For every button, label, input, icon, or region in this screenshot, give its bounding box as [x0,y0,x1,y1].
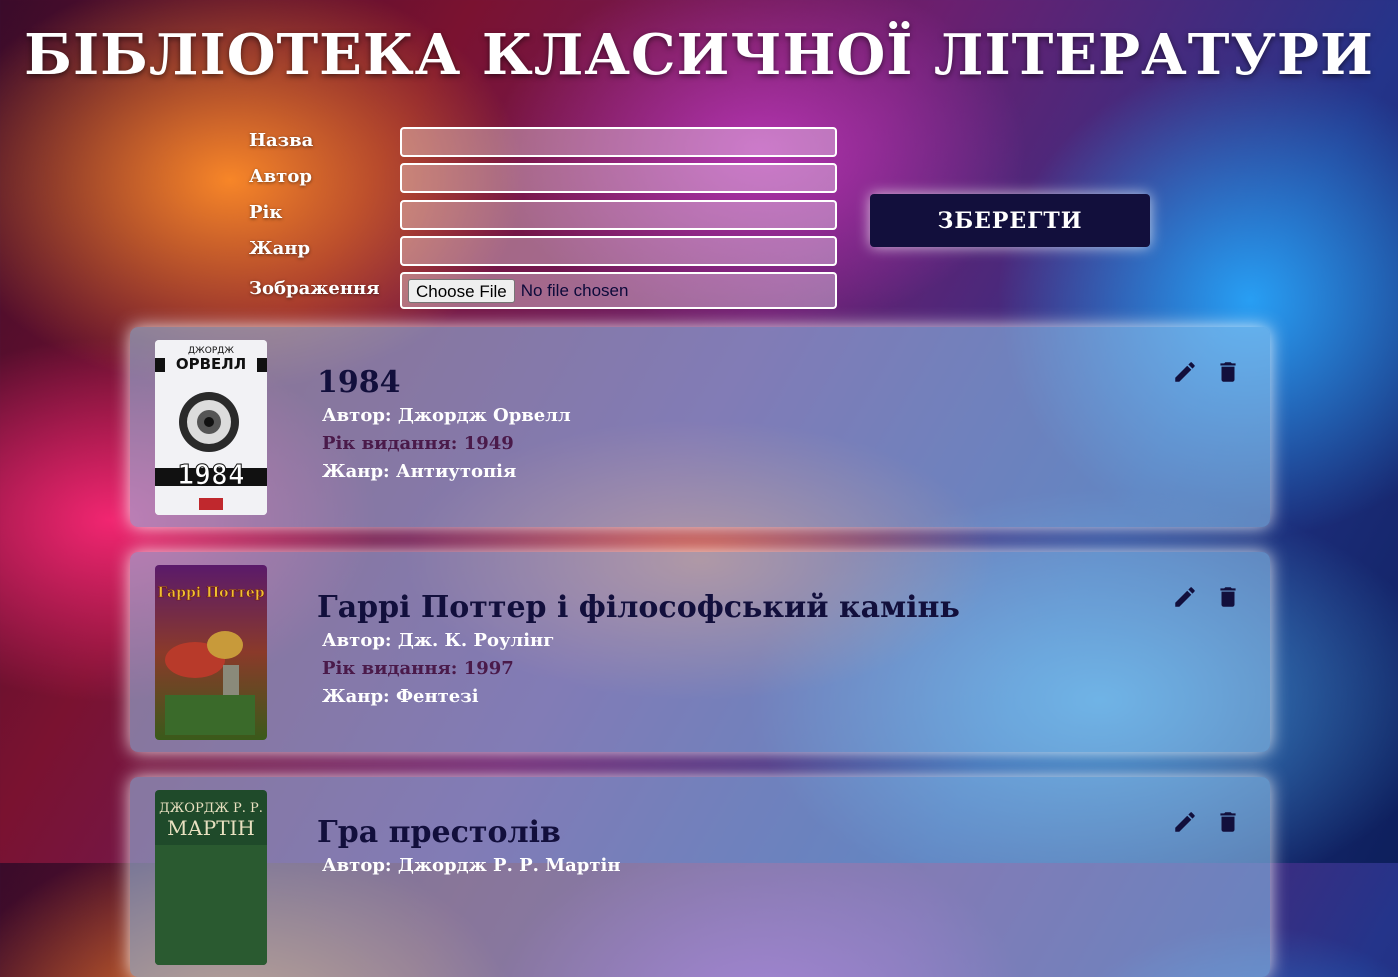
book-author: Автор: Дж. К. Роулінг [322,630,555,651]
label-year: Рік [249,202,283,223]
book-card: ДЖОРДЖ ОРВЕЛЛ 1984 1984 Автор: Джордж Ор… [130,327,1270,527]
label-name: Назва [249,130,314,151]
genre-input[interactable] [400,236,837,266]
cover-harry-potter-image: Гаррі Поттер [155,565,267,740]
trash-icon[interactable] [1215,809,1241,835]
pencil-icon[interactable] [1172,809,1198,835]
pencil-icon[interactable] [1172,359,1198,385]
label-author: Автор [249,166,312,187]
cover-author-name: МАРТІН [167,816,255,840]
book-card: ДЖОРДЖ Р. Р. МАРТІН Гра престолів Автор:… [130,777,1270,977]
trash-icon[interactable] [1215,359,1241,385]
book-title: 1984 [317,365,401,400]
book-cover: Гаррі Поттер [155,565,267,740]
book-year: Рік видання: 1997 [322,658,514,679]
cover-big-title: 1984 [177,458,244,491]
image-file-input[interactable]: Choose File No file chosen [400,272,837,309]
cover-author-name: ОРВЕЛЛ [176,355,246,373]
cover-game-of-thrones-image: ДЖОРДЖ Р. Р. МАРТІН [155,790,267,965]
page-title: БІБЛІОТЕКА КЛАСИЧНОЇ ЛІТЕРАТУРИ [24,22,1374,88]
label-genre: Жанр [249,238,311,259]
book-cover: ДЖОРДЖ ОРВЕЛЛ 1984 [155,340,267,515]
author-input[interactable] [400,163,837,193]
book-genre: Жанр: Фентезі [322,686,479,707]
label-image: Зображення [249,278,380,299]
save-button[interactable]: ЗБЕРЕГТИ [870,194,1150,247]
book-card: Гаррі Поттер Гаррі Поттер і філософський… [130,552,1270,752]
cover-big-title: Гаррі Поттер [157,585,264,601]
book-cover: ДЖОРДЖ Р. Р. МАРТІН [155,790,267,965]
book-genre: Жанр: Антиутопія [322,461,517,482]
pencil-icon[interactable] [1172,584,1198,610]
book-author: Автор: Джордж Р. Р. Мартін [322,855,621,876]
cover-author-top: ДЖОРДЖ Р. Р. [159,801,263,816]
year-input[interactable] [400,200,837,230]
trash-icon[interactable] [1215,584,1241,610]
choose-file-button[interactable]: Choose File [408,278,515,303]
name-input[interactable] [400,127,837,157]
book-title: Гаррі Поттер і філософський камінь [317,590,960,625]
book-year: Рік видання: 1949 [322,433,514,454]
cover-1984-image: ДЖОРДЖ ОРВЕЛЛ 1984 [155,340,267,515]
file-status: No file chosen [520,280,629,300]
book-title: Гра престолів [317,815,561,850]
book-author: Автор: Джордж Орвелл [322,405,571,426]
